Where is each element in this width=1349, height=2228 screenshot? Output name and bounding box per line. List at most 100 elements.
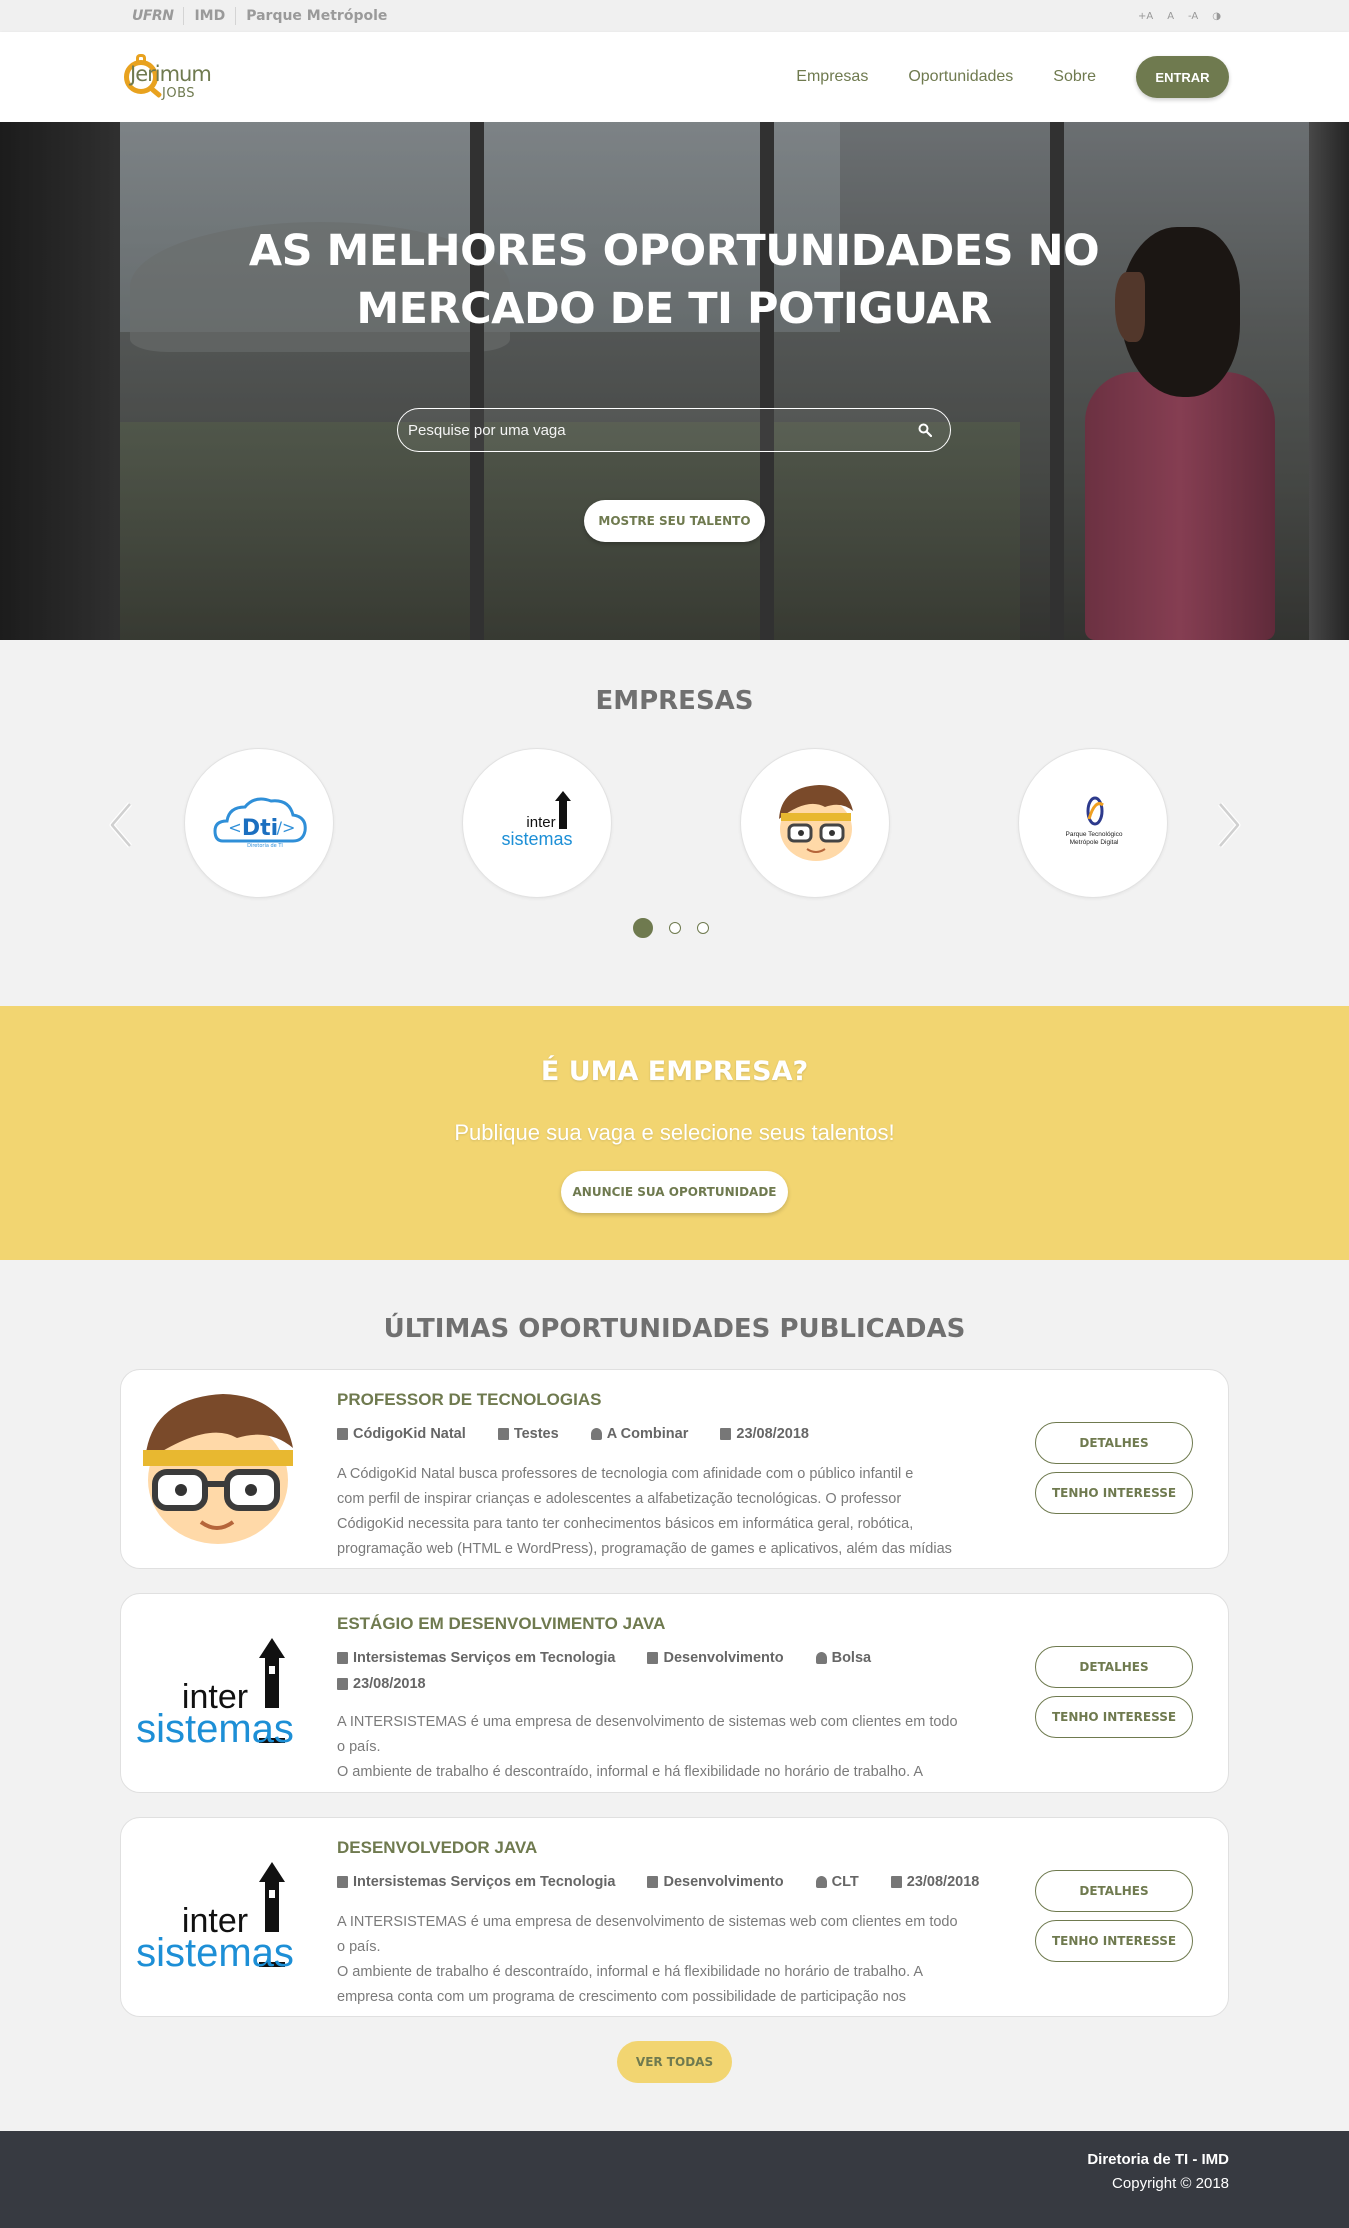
job-search (397, 408, 951, 452)
contrast-icon[interactable]: ◑ (1212, 11, 1221, 22)
footer-copyright: Copyright © 2018 (1112, 2175, 1229, 2192)
building-icon (337, 1652, 348, 1664)
company-logo-intersistemas[interactable]: inter sistemas (462, 748, 612, 898)
top-bar: UFRN IMD Parque Metrópole +A A -A ◑ (0, 0, 1349, 32)
hero-overlay (0, 122, 1349, 640)
building-icon (337, 1428, 348, 1440)
job-meta: Intersistemas Serviços em Tecnologia Des… (337, 1870, 1017, 1896)
dti-logo-text: Dti (242, 816, 278, 841)
job-area: Desenvolvimento (647, 1646, 784, 1670)
job-date: 23/08/2018 (720, 1422, 809, 1446)
job-date-text: 23/08/2018 (353, 1676, 426, 1692)
job-contract-text: A Combinar (606, 1426, 689, 1442)
reset-font-button[interactable]: A (1167, 11, 1174, 22)
job-desc-line: O ambiente de trabalho é descontraído, i… (337, 1764, 924, 1780)
job-contract: A Combinar (590, 1422, 689, 1446)
job-description: A INTERSISTEMAS é uma empresa de desenvo… (337, 1910, 997, 2010)
badge-icon (647, 1652, 659, 1664)
interest-button[interactable]: TENHO INTERESSE (1035, 1472, 1193, 1514)
job-area-text: Desenvolvimento (663, 1650, 784, 1666)
search-input[interactable] (408, 417, 888, 443)
job-date: 23/08/2018 (337, 1672, 426, 1696)
job-desc-line: o país. (337, 1939, 381, 1955)
details-button[interactable]: DETALHES (1035, 1422, 1193, 1464)
user-icon (815, 1652, 827, 1664)
show-talent-button[interactable]: MOSTRE SEU TALENTO (584, 500, 765, 542)
intersistemas-logo-icon: inter sistemas (136, 1638, 294, 1751)
job-desc-line: A INTERSISTEMAS é uma empresa de desenvo… (337, 1714, 958, 1730)
job-contract-text: Bolsa (831, 1650, 872, 1666)
accessibility-controls: +A A -A ◑ (1138, 0, 1221, 32)
logo-text-sistemas: sistemas (136, 1707, 294, 1751)
chevron-left-icon[interactable] (104, 800, 138, 850)
interest-button[interactable]: TENHO INTERESSE (1035, 1696, 1193, 1738)
user-icon (590, 1428, 602, 1440)
job-area-text: Desenvolvimento (663, 1874, 784, 1890)
job-desc-line: A INTERSISTEMAS é uma empresa de desenvo… (337, 1914, 958, 1930)
job-contract: CLT (815, 1870, 859, 1894)
job-title[interactable]: DESENVOLVEDOR JAVA (337, 1838, 537, 1858)
company-logo-dti[interactable]: Dti < /> Diretoria de TI (184, 748, 334, 898)
calendar-icon (337, 1678, 348, 1690)
job-meta: CódigoKid Natal Testes A Combinar 23/08/… (337, 1422, 1017, 1448)
job-company: Intersistemas Serviços em Tecnologia (337, 1870, 615, 1894)
job-company-text: CódigoKid Natal (353, 1426, 466, 1442)
job-desc-line: com perfil de inspirar crianças e adoles… (337, 1491, 902, 1507)
carousel-dot-3[interactable] (697, 922, 709, 934)
job-desc-line: empresa conta com um programa de crescim… (337, 1989, 907, 2005)
search-icon[interactable] (918, 423, 932, 437)
interest-button[interactable]: TENHO INTERESSE (1035, 1920, 1193, 1962)
job-description: A CódigoKid Natal busca professores de t… (337, 1462, 997, 1562)
svg-text:sistemas: sistemas (501, 829, 572, 849)
chevron-right-icon[interactable] (1212, 800, 1246, 850)
nav-sobre[interactable]: Sobre (1053, 68, 1096, 86)
job-date-text: 23/08/2018 (736, 1426, 809, 1442)
job-card: inter sistemas ESTÁGIO EM DESENVOLVIMENT… (120, 1593, 1229, 1793)
building-icon (337, 1876, 348, 1888)
details-button[interactable]: DETALHES (1035, 1870, 1193, 1912)
parque-metropole-link[interactable]: Parque Metrópole (236, 7, 397, 25)
badge-icon (497, 1428, 509, 1440)
badge-icon (647, 1876, 659, 1888)
jerimum-jobs-logo[interactable]: Jerimum JOBS (120, 44, 220, 110)
logo-sub: JOBS (162, 86, 196, 101)
increase-font-button[interactable]: +A (1138, 11, 1153, 22)
intersistemas-logo-icon: inter sistemas (501, 791, 573, 849)
nav-oportunidades[interactable]: Oportunidades (908, 68, 1013, 86)
decrease-font-button[interactable]: -A (1188, 11, 1198, 22)
company-logo-codigokid[interactable] (740, 748, 890, 898)
company-logo-metropole[interactable]: Parque Tecnológico Metrópole Digital (1018, 748, 1168, 898)
carousel-dot-1[interactable] (633, 918, 653, 938)
job-date-text: 23/08/2018 (906, 1874, 980, 1890)
codigokid-logo-icon (779, 785, 853, 861)
carousel-dot-2[interactable] (669, 922, 681, 934)
dti-logo-icon: Dti < /> Diretoria de TI (213, 797, 307, 849)
hero-section: AS MELHORES OPORTUNIDADES NO MERCADO DE … (0, 122, 1349, 640)
job-company: Intersistemas Serviços em Tecnologia (337, 1646, 615, 1670)
announce-opportunity-button[interactable]: ANUNCIE SUA OPORTUNIDADE (561, 1171, 788, 1213)
imd-link[interactable]: IMD (184, 7, 237, 25)
job-meta: Intersistemas Serviços em Tecnologia Des… (337, 1646, 1017, 1698)
see-all-button[interactable]: VER TODAS (617, 2041, 732, 2083)
job-company: CódigoKid Natal (337, 1422, 466, 1446)
band-subtitle: Publique sua vaga e selecione seus talen… (454, 1120, 895, 1145)
job-title[interactable]: ESTÁGIO EM DESENVOLVIMENTO JAVA (337, 1614, 665, 1634)
job-title[interactable]: PROFESSOR DE TECNOLOGIAS (337, 1390, 601, 1410)
details-button[interactable]: DETALHES (1035, 1646, 1193, 1688)
calendar-icon (890, 1876, 902, 1888)
carousel-dots (633, 918, 709, 938)
metropole-logo-icon: Parque Tecnológico Metrópole Digital (1066, 796, 1123, 846)
job-desc-line: CódigoKid necessita para tanto ter conhe… (337, 1516, 914, 1532)
ufrn-link[interactable]: UFRN (130, 7, 185, 25)
enter-button[interactable]: ENTRAR (1136, 56, 1229, 98)
intersistemas-logo-icon: inter sistemas (136, 1862, 294, 1975)
job-contract: Bolsa (815, 1646, 872, 1670)
job-area: Desenvolvimento (647, 1870, 784, 1894)
empresas-title: EMPRESAS (595, 686, 754, 716)
nav-empresas[interactable]: Empresas (796, 68, 868, 86)
metropole-caption-2: Metrópole Digital (1070, 839, 1119, 846)
job-desc-line: A CódigoKid Natal busca professores de t… (337, 1466, 914, 1482)
latest-title: ÚLTIMAS OPORTUNIDADES PUBLICADAS (383, 1314, 966, 1344)
svg-text:<: < (228, 818, 241, 837)
metropole-caption-1: Parque Tecnológico (1066, 831, 1123, 838)
